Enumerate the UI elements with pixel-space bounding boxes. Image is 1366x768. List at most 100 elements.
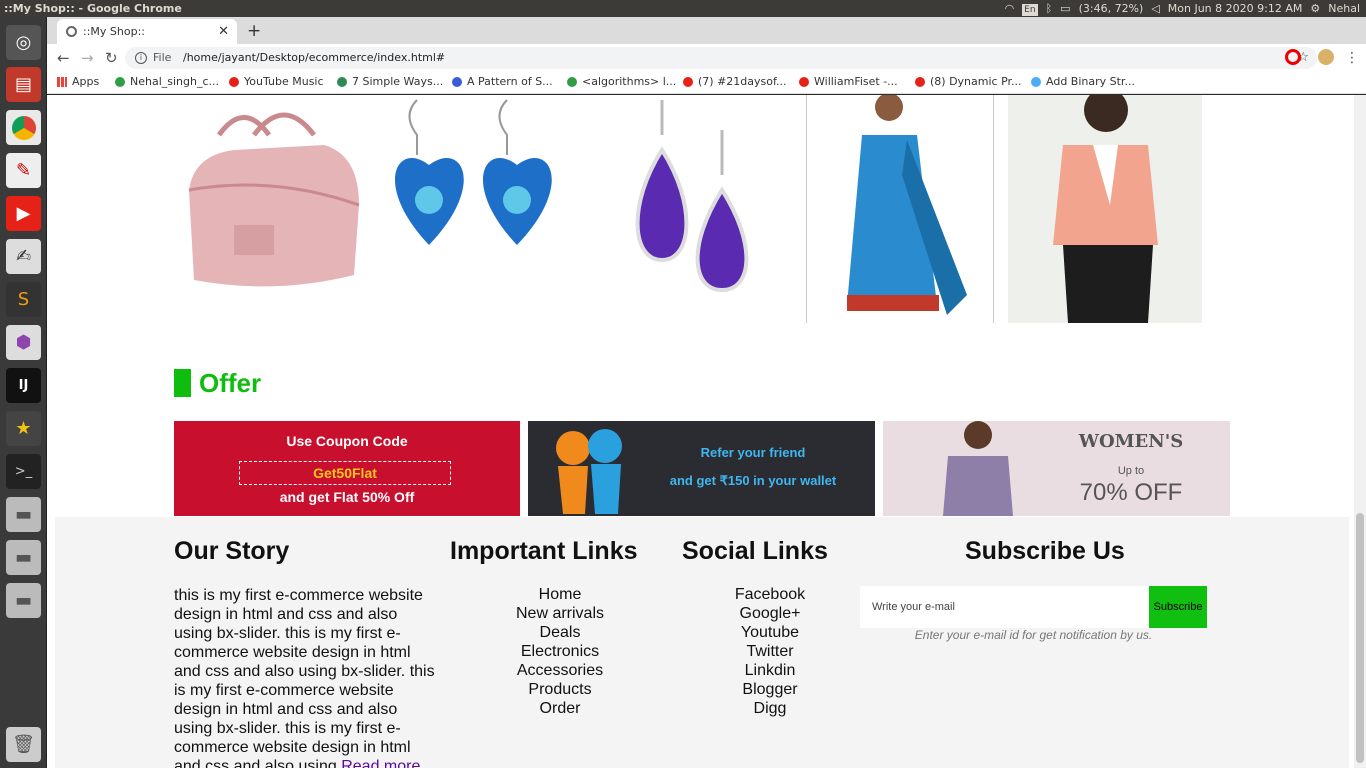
text-editor-icon[interactable]: ✍ xyxy=(6,239,41,274)
address-bar[interactable]: i File /home/jayant/Desktop/ecommerce/in… xyxy=(125,47,1317,69)
new-tab-button[interactable]: + xyxy=(247,19,261,44)
bookmark-item[interactable]: Apps xyxy=(57,72,99,92)
subscribe-note: Enter your e-mail id for get notificatio… xyxy=(914,628,1153,642)
footer-link-accessories[interactable]: Accessories xyxy=(495,661,625,680)
refer-friend-banner[interactable]: Refer your friend and get ₹150 in your w… xyxy=(528,421,875,516)
womens-sale-banner[interactable]: WOMEN'S Up to 70% OFF xyxy=(883,421,1230,516)
friends-illustration xyxy=(556,429,622,514)
url-text[interactable]: /home/jayant/Desktop/ecommerce/index.htm… xyxy=(183,47,445,69)
social-links-title: Social Links xyxy=(682,537,828,565)
browser-tab[interactable]: ::My Shop:: ✕ xyxy=(57,19,237,44)
chrome-icon[interactable] xyxy=(6,110,41,145)
bookmark-favicon xyxy=(115,77,125,87)
bookmark-item[interactable]: Nehal_singh_c... xyxy=(115,72,219,92)
reload-icon[interactable]: ↻ xyxy=(105,44,118,72)
globe-icon xyxy=(66,26,77,37)
bookmark-item[interactable]: 7 Simple Ways... xyxy=(337,72,443,92)
battery-icon[interactable]: ▭ xyxy=(1060,0,1070,17)
launcher: ◎ ▤ ✎ ▶ ✍ S ⬢ IJ ★ >_ ▬ ▬ ▬ 🗑 xyxy=(0,17,47,768)
subscribe-title: Subscribe Us xyxy=(965,537,1125,565)
footer-link-deals[interactable]: Deals xyxy=(495,623,625,642)
womens-upto: Up to xyxy=(1117,465,1145,477)
bookmark-item[interactable]: (8) Dynamic Pr... xyxy=(915,72,1022,92)
profile-avatar[interactable] xyxy=(1318,49,1334,65)
clock[interactable]: Mon Jun 8 2020 9:12 AM xyxy=(1168,0,1303,17)
social-link-linkedin[interactable]: Linkdin xyxy=(715,661,825,680)
back-icon[interactable]: ← xyxy=(57,44,70,72)
social-link-facebook[interactable]: Facebook xyxy=(715,585,825,604)
tab-title: ::My Shop:: xyxy=(83,25,145,38)
drive-icon[interactable]: ▬ xyxy=(6,497,41,532)
footer-link-products[interactable]: Products xyxy=(495,680,625,699)
bookmark-item[interactable]: Add Binary Str... xyxy=(1031,72,1135,92)
bookmark-item[interactable]: A Pattern of S... xyxy=(452,72,553,92)
subscribe-button[interactable]: Subscribe xyxy=(1149,586,1207,628)
read-more-link[interactable]: Read more xyxy=(341,758,420,768)
files-icon[interactable]: ▤ xyxy=(6,67,41,102)
forward-icon[interactable]: → xyxy=(81,44,94,72)
womens-title: WOMEN'S xyxy=(1078,431,1184,452)
bookmark-item[interactable]: <algorithms> l... xyxy=(567,72,676,92)
our-story-title: Our Story xyxy=(174,537,290,565)
social-link-digg[interactable]: Digg xyxy=(715,699,825,718)
social-links-list: Facebook Google+ Youtube Twitter Linkdin… xyxy=(715,585,825,718)
page-scrollbar[interactable] xyxy=(1354,95,1366,768)
drive-icon[interactable]: ▬ xyxy=(6,540,41,575)
dash-icon[interactable]: ◎ xyxy=(6,25,41,60)
user-name[interactable]: Nehal xyxy=(1328,0,1360,17)
footer-link-electronics[interactable]: Electronics xyxy=(495,642,625,661)
terminal-icon[interactable]: >_ xyxy=(6,454,41,489)
drive-icon[interactable]: ▬ xyxy=(6,583,41,618)
volume-icon[interactable]: ◁ xyxy=(1151,0,1159,17)
url-scheme: File xyxy=(153,51,172,64)
product-heart-earrings-image[interactable] xyxy=(377,95,577,300)
youtube-music-icon[interactable]: ▶ xyxy=(6,196,41,231)
footer: Our Story this is my first e-commerce we… xyxy=(55,517,1349,768)
system-top-bar: ::My Shop:: - Google Chrome ◠ En ᛒ ▭ (3:… xyxy=(0,0,1366,17)
bookmark-item[interactable]: (7) #21daysof... xyxy=(683,72,787,92)
menu-icon[interactable]: ⋮ xyxy=(1345,44,1359,72)
product-salwar-suit-image[interactable] xyxy=(806,95,994,323)
pdf-viewer-icon[interactable]: ✎ xyxy=(6,153,41,188)
bookmark-favicon xyxy=(567,77,577,87)
coupon-banner[interactable]: Use Coupon Code Get50Flat and get Flat 5… xyxy=(174,421,520,516)
bookmark-favicon xyxy=(915,77,925,87)
bluetooth-icon[interactable]: ᛒ xyxy=(1046,0,1053,17)
bookmark-item[interactable]: WilliamFiset -... xyxy=(799,72,898,92)
refer-line2: and get ₹150 in your wallet xyxy=(669,473,837,488)
wifi-icon[interactable]: ◠ xyxy=(1005,0,1015,17)
footer-link-order[interactable]: Order xyxy=(495,699,625,718)
email-field[interactable] xyxy=(860,586,1150,628)
social-link-twitter[interactable]: Twitter xyxy=(715,642,825,661)
tab-strip: ::My Shop:: ✕ + xyxy=(47,17,1366,44)
product-handbag-image[interactable] xyxy=(174,95,366,300)
footer-link-home[interactable]: Home xyxy=(495,585,625,604)
keyboard-language[interactable]: En xyxy=(1022,3,1038,16)
battery-status[interactable]: (3:46, 72%) xyxy=(1079,0,1144,17)
settings-icon[interactable]: ⚙ xyxy=(1310,0,1320,17)
coupon-line1: Use Coupon Code xyxy=(286,433,408,449)
bookmark-favicon xyxy=(799,77,809,87)
product-drop-earrings-image[interactable] xyxy=(592,95,784,300)
box-app-icon[interactable]: ⬢ xyxy=(6,325,41,360)
sublime-icon[interactable]: S xyxy=(6,282,41,317)
intellij-icon[interactable]: IJ xyxy=(6,368,41,403)
footer-link-new-arrivals[interactable]: New arrivals xyxy=(495,604,625,623)
social-link-youtube[interactable]: Youtube xyxy=(715,623,825,642)
scrollbar-thumb[interactable] xyxy=(1356,513,1364,763)
info-icon[interactable]: i xyxy=(135,52,147,64)
star-app-icon[interactable]: ★ xyxy=(6,411,41,446)
bookmark-favicon xyxy=(1031,77,1041,87)
social-link-blogger[interactable]: Blogger xyxy=(715,680,825,699)
close-tab-icon[interactable]: ✕ xyxy=(218,19,229,44)
offer-heading-marker xyxy=(174,369,191,397)
bookmark-favicon xyxy=(337,77,347,87)
coupon-line2: and get Flat 50% Off xyxy=(279,489,415,505)
social-link-google-plus[interactable]: Google+ xyxy=(715,604,825,623)
trash-icon[interactable]: 🗑 xyxy=(6,727,41,762)
opera-extension-icon[interactable] xyxy=(1285,49,1301,65)
bookmark-item[interactable]: YouTube Music xyxy=(229,72,324,92)
bookmark-favicon xyxy=(229,77,239,87)
product-ruffle-jacket-image[interactable] xyxy=(1008,95,1202,323)
important-links-list: Home New arrivals Deals Electronics Acce… xyxy=(495,585,625,718)
